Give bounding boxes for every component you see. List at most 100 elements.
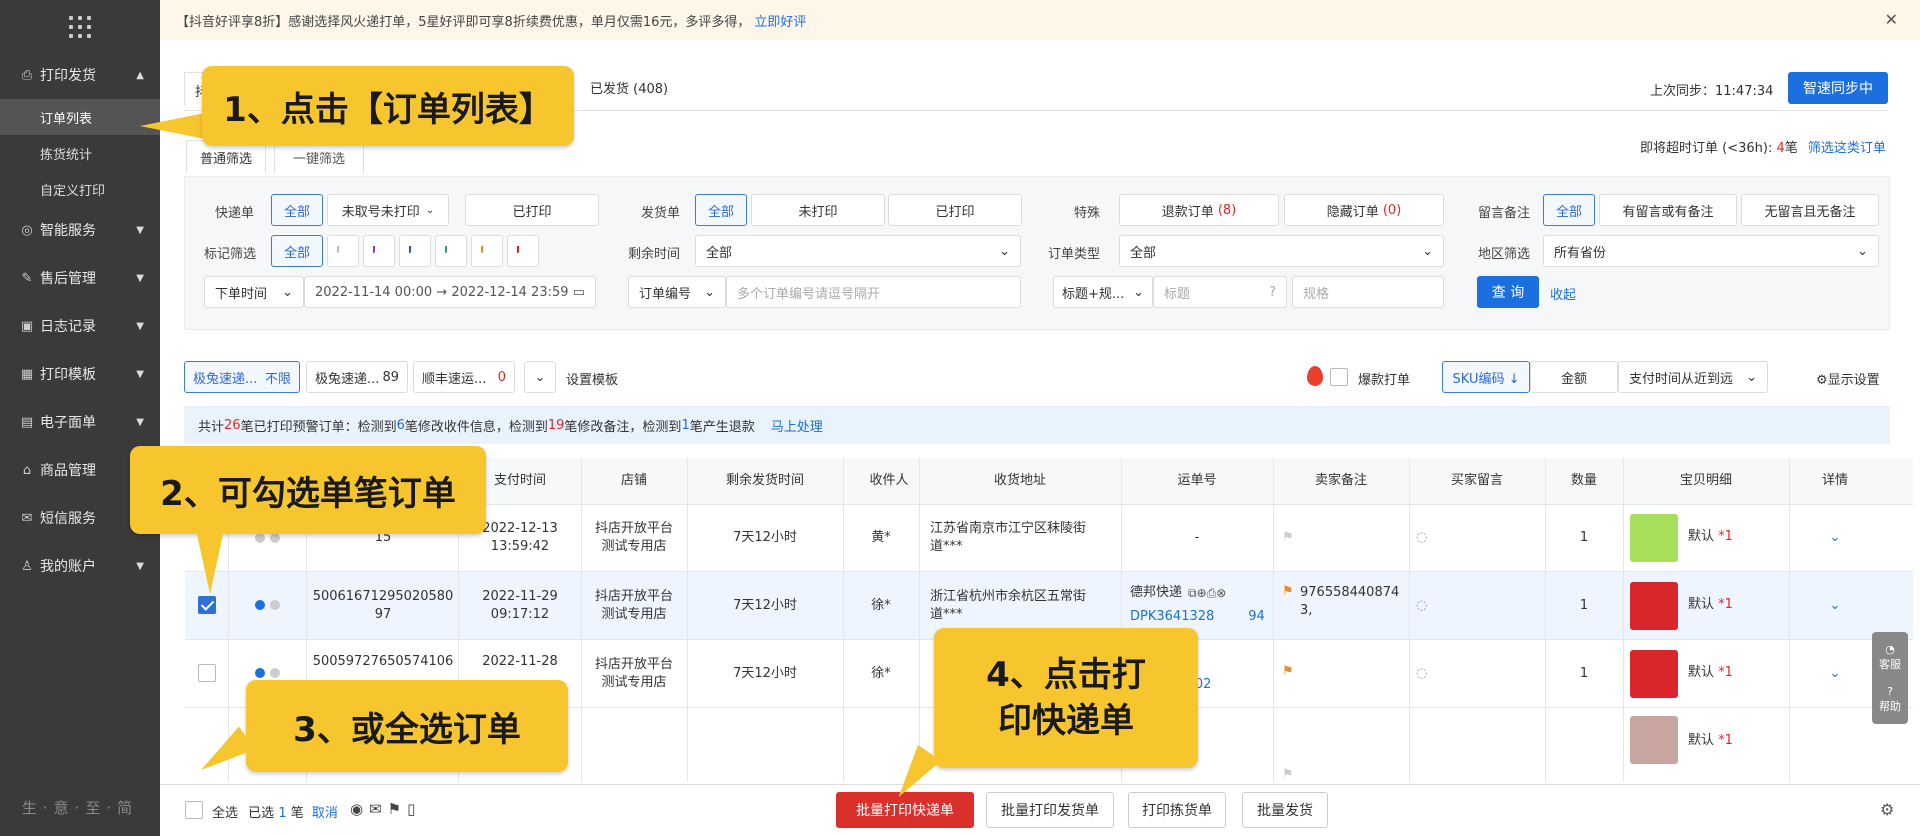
copy-icon[interactable]: ⧉⊕⎙⊗ [1188,584,1226,602]
flag-icon[interactable]: ⚑ [388,800,407,818]
gear-icon[interactable]: ⚙ [1880,800,1894,819]
chat-bubble-icon[interactable]: ◌ [1416,530,1436,546]
order-no-select[interactable]: 订单编号 ⌄ [628,276,726,308]
product-thumbnail[interactable] [1630,716,1678,764]
filter-timeout-link[interactable]: 筛选这类订单 [1808,141,1886,156]
note-none-button[interactable]: 无留言且无备注 [1741,194,1879,226]
col-divider [919,458,920,782]
note-all-button[interactable]: 全部 [1543,194,1595,226]
flag-red-button[interactable] [507,235,539,267]
time-type-select[interactable]: 下单时间 ⌄ [204,276,304,308]
nav-print-template[interactable]: ▦ 打印模板 ▼ [0,350,160,398]
flag-all-button[interactable]: 全部 [271,235,323,267]
hot-order-checkbox[interactable] [1330,368,1348,386]
print-picking-button[interactable]: 打印拣货单 [1128,792,1226,828]
batch-ship-button[interactable]: 批量发货 [1242,792,1328,828]
region-select[interactable]: 所有省份 ⌄ [1543,235,1879,267]
sidebar-item-picking-stats[interactable]: 拣货统计 [0,135,160,171]
batch-print-delivery-button[interactable]: 批量打印发货单 [986,792,1114,828]
template-jitu-limit[interactable]: 极兔速递... 不限 [184,361,300,393]
order-no[interactable]: 50061671295020580 97 [310,572,456,639]
arrow-right-icon: → [436,284,448,300]
select-all-label: 全选 [212,806,239,821]
note-has-button[interactable]: 有留言或有备注 [1599,194,1737,226]
template-jitu-count[interactable]: 极兔速递... 89 [306,361,408,393]
shop-name: 抖店开放平台 测试专用店 [594,656,673,690]
date-range-input[interactable]: 2022-11-14 00:00 → 2022-12-14 23:59 ▭ [304,276,596,308]
col-sku: 宝贝明细 [1679,473,1732,488]
nav-smart-service[interactable]: ◎ 智能服务 ▼ [0,206,160,254]
query-button[interactable]: 查 询 [1477,276,1539,308]
hidden-orders-button[interactable]: 隐藏订单 (0) [1284,194,1444,226]
sidebar-item-order-list[interactable]: 订单列表 [0,99,160,135]
app-grid-icon[interactable] [68,16,92,38]
expand-icon[interactable]: ⌄ [1825,598,1845,614]
trash-icon[interactable]: ▯ [407,800,421,818]
display-settings-link[interactable]: ⚙显示设置 [1816,369,1880,388]
courier-all-button[interactable]: 全部 [271,194,323,226]
product-thumbnail[interactable] [1630,650,1678,698]
expand-icon[interactable]: ⌄ [1825,530,1845,546]
flag-icon[interactable]: ⚑ [1282,530,1302,546]
flag-blue-button[interactable] [399,235,431,267]
sort-select[interactable]: 支付时间从近到远 ⌄ [1618,361,1768,393]
product-thumbnail[interactable] [1630,582,1678,630]
nav-logs[interactable]: ▣ 日志记录 ▼ [0,302,160,350]
order-type-select[interactable]: 全部 ⌄ [1119,235,1444,267]
nav-e-waybill[interactable]: ▤ 电子面单 ▼ [0,398,160,446]
template-dropdown[interactable]: ⌄ [524,361,556,393]
customer-service-button[interactable]: ◔ 客服 [1879,643,1901,672]
collapse-link[interactable]: 收起 [1550,284,1576,303]
order-no[interactable]: 50059727650574106 [310,652,456,672]
flag-green-button[interactable] [435,235,467,267]
product-thumbnail[interactable] [1630,514,1678,562]
title-input[interactable]: 标题? [1153,276,1287,308]
set-template-link[interactable]: 设置模板 [566,369,618,388]
remain-time-select[interactable]: 全部 ⌄ [695,235,1021,267]
sort-sku-button[interactable]: SKU编码 ↓ [1442,361,1530,393]
flag-icon[interactable]: ⚑ [1282,584,1296,600]
nav-print-ship[interactable]: ⎙ 打印发货 ▲ [0,51,160,99]
delivery-printed-button[interactable]: 已打印 [888,194,1022,226]
nav-label: 售后管理 [40,271,96,287]
flag-icon[interactable]: ⚑ [1282,767,1296,782]
close-icon[interactable]: ✕ [1885,10,1898,29]
flag-icon[interactable]: ⚑ [1282,664,1296,680]
sidebar-item-custom-print[interactable]: 自定义打印 [0,171,160,207]
row-checkbox[interactable] [198,596,216,614]
row-checkbox[interactable] [198,664,216,682]
help-button[interactable]: ? 帮助 [1879,685,1901,714]
handle-now-link[interactable]: 马上处理 [771,416,823,435]
smart-sync-button[interactable]: 智速同步中 [1788,72,1888,104]
cancel-selection-link[interactable]: 取消 [312,806,338,821]
placeholder: 标题 [1164,286,1191,302]
courier-printed-button[interactable]: 已打印 [465,194,599,226]
chat-bubble-icon[interactable]: ◌ [1416,598,1436,614]
refund-orders-button[interactable]: 退款订单 (8) [1119,194,1279,226]
delivery-all-button[interactable]: 全部 [695,194,747,226]
title-spec-select[interactable]: 标题+规... ⌄ [1053,276,1153,308]
mail-icon[interactable]: ✉ [369,800,388,818]
chevron-down-icon: ⌄ [999,243,1010,259]
order-no-input[interactable]: 多个订单编号请逗号隔开 [726,276,1021,308]
tab-shipped[interactable]: 已发货 (408) [590,78,668,97]
flag-orange-button[interactable] [471,235,503,267]
chat-bubble-icon[interactable]: ◌ [1416,666,1436,682]
waybill-no[interactable]: DPK3641328 94 [1130,608,1270,626]
nav-my-account[interactable]: ♙ 我的账户 ▼ [0,542,160,590]
flag-gray-button[interactable] [327,235,359,267]
delivery-unprinted-button[interactable]: 未打印 [751,194,885,226]
flag-purple-button[interactable] [363,235,395,267]
courier-unprinted-select[interactable]: 未取号未打印 ⌄ [327,194,449,226]
nav-after-sales[interactable]: ✎ 售后管理 ▼ [0,254,160,302]
template-sf-count[interactable]: 顺丰速运... 0 [413,361,515,393]
sort-amount-button[interactable]: 金额 [1530,361,1618,393]
banner-review-link[interactable]: 立即好评 [754,11,806,30]
select-all-checkbox[interactable] [185,801,203,819]
eye-off-icon[interactable]: ◉ [350,800,369,818]
expand-icon[interactable]: ⌄ [1825,666,1845,682]
col-divider [1409,458,1410,782]
nav-label: 商品管理 [40,463,96,479]
spec-input[interactable]: 规格 [1292,276,1444,308]
calendar-icon: ▭ [572,284,585,300]
